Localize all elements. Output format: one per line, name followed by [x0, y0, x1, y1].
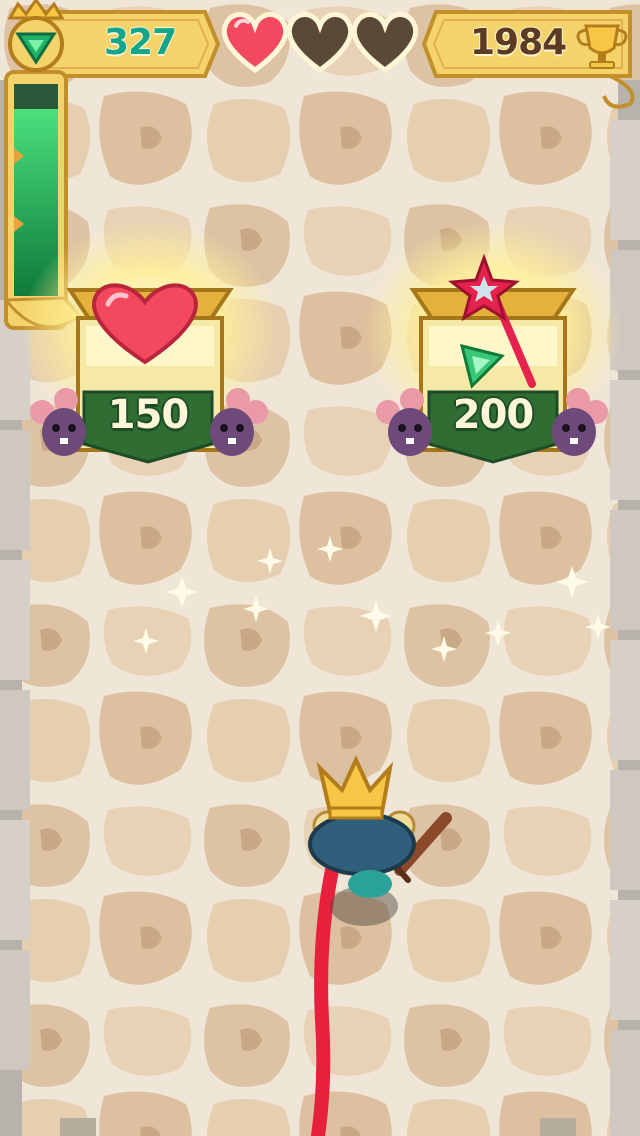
game-scene [0, 0, 640, 1136]
price-magic-wand: 200 [452, 392, 535, 438]
floor-edge [60, 1118, 96, 1136]
crown-gem-icon [7, 0, 65, 72]
price-heart: 150 [107, 392, 190, 438]
right-wall [610, 80, 640, 1136]
gems-count: 327 [104, 22, 177, 63]
lives-hearts [221, 12, 419, 74]
score-count: 1984 [470, 22, 567, 63]
floor-edge [540, 1118, 576, 1136]
